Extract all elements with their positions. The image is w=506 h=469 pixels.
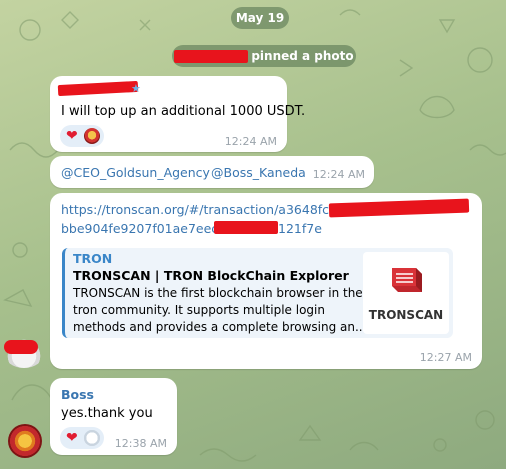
message-bubble[interactable]: @CEO_Goldsun_Agency @Boss_Kaneda 12:24 A… (50, 156, 374, 188)
emoji-face-icon (84, 430, 100, 446)
redacted-link-part (214, 221, 278, 234)
heart-icon: ❤ (66, 128, 78, 144)
reactions[interactable]: ❤ (60, 125, 104, 147)
mention-link[interactable]: @CEO_Goldsun_Agency (61, 165, 210, 180)
message-time: 12:27 AM (419, 351, 472, 364)
heart-icon: ❤ (66, 430, 78, 446)
message-bubble[interactable]: Boss yes.thank you ❤ 12:38 AM (50, 378, 177, 455)
star-icon: ★ (131, 82, 141, 95)
message-text: yes.thank you (61, 406, 153, 421)
redacted-avatar (4, 340, 38, 354)
tronscan-logo-text: TRONSCAN (368, 308, 444, 322)
date-separator: May 19 (231, 7, 289, 29)
transaction-link[interactable]: https://tronscan.org/#/transaction/a3648… (61, 202, 337, 217)
preview-description-line: methods and provides a complete browsing… (73, 320, 367, 334)
reactions[interactable]: ❤ (60, 427, 104, 449)
service-message: pinned a photo (172, 45, 356, 67)
message-time: 12:24 AM (312, 168, 365, 181)
redacted-name (174, 50, 249, 63)
transaction-link[interactable]: 121f7e (278, 221, 322, 236)
preview-thumbnail: TRONSCAN (363, 252, 449, 334)
message-bubble[interactable]: ★ I will top up an additional 1000 USDT.… (50, 76, 305, 152)
message-text: I will top up an additional 1000 USDT. (61, 104, 306, 119)
preview-description-line: TRONSCAN is the first blockchain browser… (73, 286, 363, 300)
message-bubble[interactable]: https://tronscan.org/#/transaction/a3648… (50, 193, 482, 369)
sender-avatar[interactable] (8, 424, 42, 458)
preview-description-line: tron community. It supports multiple log… (73, 303, 325, 317)
redacted-sender-name (57, 80, 139, 97)
mention-link[interactable]: @Boss_Kaneda (211, 165, 306, 180)
preview-site-name: TRON (73, 251, 113, 266)
service-message-text: pinned a photo (251, 49, 354, 63)
redacted-link-part (328, 198, 470, 218)
preview-title: TRONSCAN | TRON BlockChain Explorer (73, 268, 349, 283)
message-time: 12:24 AM (224, 135, 277, 148)
tronscan-logo-icon (392, 268, 422, 292)
sender-name[interactable]: Boss (61, 387, 94, 402)
avatar-emoji-icon (84, 128, 100, 144)
avatar[interactable] (4, 338, 44, 368)
date-label: May 19 (235, 11, 285, 25)
message-time: 12:38 AM (114, 437, 167, 450)
link-preview[interactable]: TRON TRONSCAN | TRON BlockChain Explorer… (62, 248, 453, 338)
transaction-link[interactable]: bbe904fe9207f01ae7eec (61, 221, 218, 236)
